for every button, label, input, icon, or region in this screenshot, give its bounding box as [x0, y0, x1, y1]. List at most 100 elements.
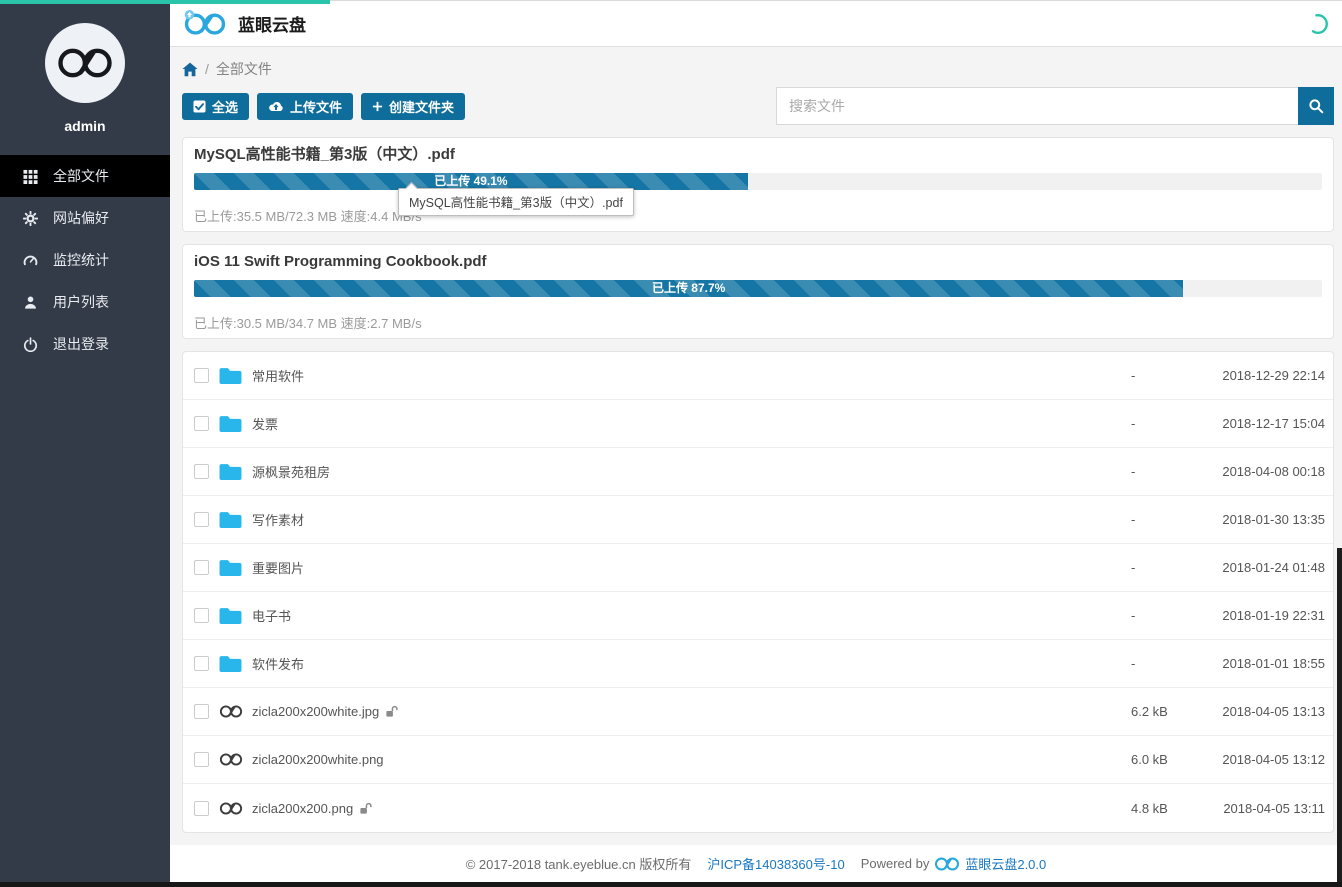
upload-card: MySQL高性能书籍_第3版（中文）.pdf 已上传 49.1% 已上传:35.…: [182, 137, 1334, 232]
avatar: [45, 23, 125, 103]
powered-by-text: Powered by: [861, 856, 930, 871]
table-row[interactable]: zicla200x200.png 4.8 kB 2018-04-05 13:11: [183, 784, 1333, 832]
table-row[interactable]: 电子书 - 2018-01-19 22:31: [183, 592, 1333, 640]
sidebar-item-logout[interactable]: 退出登录: [0, 323, 170, 365]
progress-track: 已上传 49.1%: [194, 173, 1322, 190]
file-date: 2018-04-05 13:13: [1169, 704, 1325, 719]
file-name[interactable]: 发票: [252, 414, 278, 433]
file-size: -: [1131, 656, 1169, 671]
file-name[interactable]: 重要图片: [252, 558, 304, 577]
create-folder-label: 创建文件夹: [389, 97, 454, 116]
user-icon: [22, 295, 38, 310]
breadcrumb-separator: /: [205, 61, 209, 77]
select-all-button[interactable]: 全选: [182, 93, 249, 120]
folder-icon: [219, 511, 243, 529]
page-title: 蓝眼云盘: [238, 11, 306, 36]
file-size: -: [1131, 512, 1169, 527]
row-checkbox[interactable]: [194, 752, 209, 767]
file-name[interactable]: 源枫景苑租房: [252, 462, 330, 481]
file-name[interactable]: zicla200x200.png: [252, 801, 372, 816]
file-name[interactable]: 电子书: [252, 606, 291, 625]
file-date: 2018-12-29 22:14: [1169, 368, 1325, 383]
upload-filename: MySQL高性能书籍_第3版（中文）.pdf: [194, 145, 1322, 164]
row-checkbox[interactable]: [194, 801, 209, 816]
unlock-icon: [359, 802, 372, 815]
check-square-icon: [193, 100, 206, 113]
upload-card: iOS 11 Swift Programming Cookbook.pdf 已上…: [182, 244, 1334, 339]
sidebar: admin 全部文件: [0, 0, 170, 882]
file-name[interactable]: zicla200x200white.png: [252, 752, 384, 767]
table-row[interactable]: 源枫景苑租房 - 2018-04-08 00:18: [183, 448, 1333, 496]
page-loading-bar: [0, 0, 330, 4]
file-name[interactable]: 软件发布: [252, 654, 304, 673]
power-icon: [22, 337, 38, 352]
row-checkbox[interactable]: [194, 416, 209, 431]
gauge-icon: [22, 253, 38, 268]
sidebar-nav: 全部文件 网站偏好: [0, 155, 170, 365]
footer-logo-icon: [934, 856, 960, 872]
table-row[interactable]: zicla200x200white.jpg 6.2 kB 2018-04-05 …: [183, 688, 1333, 736]
upload-stats: 已上传:35.5 MB/72.3 MB 速度:4.4 MB/s: [194, 209, 1322, 224]
loading-spinner-icon: [1306, 12, 1330, 41]
file-size: -: [1131, 368, 1169, 383]
file-name[interactable]: zicla200x200white.jpg: [252, 704, 398, 719]
folder-icon: [219, 415, 243, 433]
sidebar-item-all-files[interactable]: 全部文件: [0, 155, 170, 197]
file-date: 2018-01-01 18:55: [1169, 656, 1325, 671]
row-checkbox[interactable]: [194, 608, 209, 623]
file-date: 2018-01-24 01:48: [1169, 560, 1325, 575]
grid-icon: [22, 169, 38, 184]
powered-by: Powered by 蓝眼云盘2.0.0: [861, 854, 1047, 873]
app-header: 蓝眼云盘: [170, 0, 1342, 47]
file-date: 2018-04-05 13:11: [1169, 801, 1325, 816]
table-row[interactable]: 软件发布 - 2018-01-01 18:55: [183, 640, 1333, 688]
upload-tooltip: MySQL高性能书籍_第3版（中文）.pdf: [398, 188, 634, 216]
create-folder-button[interactable]: 创建文件夹: [361, 93, 465, 120]
folder-icon: [219, 655, 243, 673]
file-size: -: [1131, 416, 1169, 431]
sidebar-item-label: 用户列表: [53, 292, 109, 312]
copyright-text: © 2017-2018 tank.eyeblue.cn 版权所有: [466, 854, 692, 873]
sidebar-item-monitoring[interactable]: 监控统计: [0, 239, 170, 281]
row-checkbox[interactable]: [194, 512, 209, 527]
table-row[interactable]: 重要图片 - 2018-01-24 01:48: [183, 544, 1333, 592]
icp-link[interactable]: 沪ICP备14038360号-10: [707, 854, 844, 873]
upload-file-label: 上传文件: [290, 97, 342, 116]
main-area: 蓝眼云盘 / 全部文件: [170, 0, 1342, 887]
sidebar-item-label: 退出登录: [53, 334, 109, 354]
product-version-link[interactable]: 蓝眼云盘2.0.0: [965, 854, 1046, 873]
file-name[interactable]: 写作素材: [252, 510, 304, 529]
search-input[interactable]: [776, 87, 1298, 125]
home-icon[interactable]: [182, 62, 198, 77]
folder-icon: [219, 463, 243, 481]
folder-icon: [219, 367, 243, 385]
table-row[interactable]: 常用软件 - 2018-12-29 22:14: [183, 352, 1333, 400]
progress-track: 已上传 87.7%: [194, 280, 1322, 297]
file-name[interactable]: 常用软件: [252, 366, 304, 385]
breadcrumb-current: 全部文件: [216, 59, 272, 79]
file-date: 2018-04-08 00:18: [1169, 464, 1325, 479]
sidebar-item-site-preferences[interactable]: 网站偏好: [0, 197, 170, 239]
bottom-edge-strip: [0, 882, 1342, 887]
row-checkbox[interactable]: [194, 464, 209, 479]
row-checkbox[interactable]: [194, 560, 209, 575]
file-size: 6.0 kB: [1131, 752, 1169, 767]
search-icon: [1308, 98, 1324, 114]
table-row[interactable]: 写作素材 - 2018-01-30 13:35: [183, 496, 1333, 544]
file-date: 2018-12-17 15:04: [1169, 416, 1325, 431]
app-window: admin 全部文件: [0, 0, 1342, 887]
cloud-upload-icon: [268, 100, 284, 113]
sidebar-item-users[interactable]: 用户列表: [0, 281, 170, 323]
search-button[interactable]: [1298, 87, 1334, 125]
row-checkbox[interactable]: [194, 368, 209, 383]
table-row[interactable]: zicla200x200white.png 6.0 kB 2018-04-05 …: [183, 736, 1333, 784]
upload-file-button[interactable]: 上传文件: [257, 93, 353, 120]
row-checkbox[interactable]: [194, 704, 209, 719]
file-size: 4.8 kB: [1131, 801, 1169, 816]
row-checkbox[interactable]: [194, 656, 209, 671]
file-size: -: [1131, 608, 1169, 623]
toolbar: 全选 上传文件 创建文件夹: [182, 87, 1334, 125]
table-row[interactable]: 发票 - 2018-12-17 15:04: [183, 400, 1333, 448]
zicla-logo-icon: [219, 801, 243, 816]
file-size: 6.2 kB: [1131, 704, 1169, 719]
